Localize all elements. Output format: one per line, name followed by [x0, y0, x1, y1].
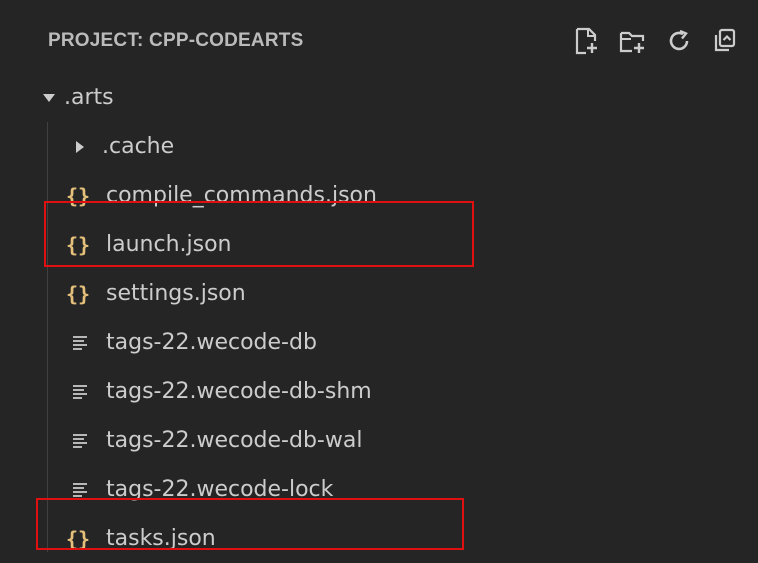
explorer-header: PROJECT: CPP-CODEARTS: [0, 0, 758, 82]
json-file-icon: {}: [66, 281, 91, 306]
text-file-icon: [72, 433, 100, 449]
collapse-all-icon[interactable]: [708, 24, 742, 58]
file-tree: .arts .cache {} compile_commands.json {}…: [0, 73, 758, 563]
text-file-icon: [72, 335, 100, 351]
tree-file-tags-db[interactable]: tags-22.wecode-db: [0, 318, 758, 367]
tree-item-label: tags-22.wecode-db-wal: [106, 428, 363, 453]
tree-folder-cache[interactable]: .cache: [0, 122, 758, 171]
tree-file-settings[interactable]: {} settings.json: [0, 269, 758, 318]
highlight-box-launch: [44, 201, 474, 267]
chevron-right-icon: [74, 140, 86, 153]
tree-item-label: tags-22.wecode-db-shm: [106, 379, 372, 404]
new-folder-icon[interactable]: [616, 24, 650, 58]
text-file-icon: [72, 384, 100, 400]
tree-folder-arts[interactable]: .arts: [0, 73, 758, 122]
tree-item-label: .cache: [102, 134, 175, 159]
chevron-down-icon: [38, 93, 60, 103]
tree-file-tags-db-wal[interactable]: tags-22.wecode-db-wal: [0, 416, 758, 465]
new-file-icon[interactable]: [570, 24, 604, 58]
text-file-icon: [72, 482, 100, 498]
tree-file-tags-db-shm[interactable]: tags-22.wecode-db-shm: [0, 367, 758, 416]
tree-item-label: .arts: [64, 85, 114, 110]
highlight-box-tasks: [36, 498, 464, 550]
refresh-icon[interactable]: [662, 24, 696, 58]
tree-item-label: settings.json: [106, 281, 246, 306]
explorer-title: PROJECT: CPP-CODEARTS: [48, 30, 304, 51]
explorer-toolbar: [570, 24, 742, 58]
tree-item-label: tags-22.wecode-db: [106, 330, 317, 355]
